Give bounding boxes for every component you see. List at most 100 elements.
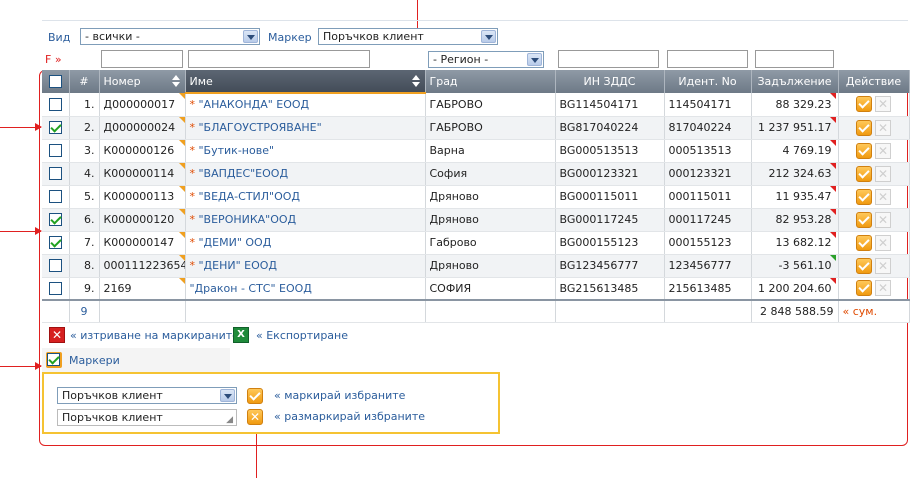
filter-id-input[interactable] <box>667 50 748 68</box>
mark-selected-link[interactable]: « маркирай избраните <box>274 389 405 402</box>
select-all-checkbox[interactable] <box>48 75 62 89</box>
row-vat: BG000513513 <box>555 139 665 163</box>
table-row[interactable]: 2. Д000000024 * "БЛАГОУСТРОЯВАНЕ" ГАБРОВО BG… <box>42 116 910 140</box>
unmark-selected-link[interactable]: « размаркирай избраните <box>274 410 425 423</box>
table-row[interactable]: 3. К000000126 * "Бутик-нове" Варна BG0005135… <box>42 139 910 163</box>
row-name[interactable]: * "ВАПДЕС"ЕООД <box>185 162 426 186</box>
unmark-icon[interactable]: ✕ <box>875 188 891 205</box>
table-row[interactable]: 9. 2169 "Дракон - СТС" ЕООД СОФИЯ BG21561348… <box>42 277 910 301</box>
row-name[interactable]: * "ВЕРОНИКА"ООД <box>185 208 426 232</box>
marker-text-field[interactable]: Поръчков клиент ◢ <box>57 409 237 426</box>
row-index: 1. <box>69 93 100 117</box>
sum-link[interactable]: « сум. <box>838 299 910 323</box>
mark-icon[interactable] <box>856 188 872 205</box>
table-row[interactable]: 4. К000000114 * "ВАПДЕС"ЕООД София BG0001233… <box>42 162 910 186</box>
client-name-link[interactable]: "ДЕНИ" ЕООД <box>199 259 278 272</box>
table-row[interactable]: 5. К000000113 * "ВЕДА-СТИЛ"ООД Дряново BG000… <box>42 185 910 209</box>
marker-type-select[interactable]: Поръчков клиент <box>57 387 237 404</box>
view-label: Вид <box>48 31 71 44</box>
table-row[interactable]: 6. К000000120 * "ВЕРОНИКА"ООД Дряново BG0001… <box>42 208 910 232</box>
mark-icon[interactable] <box>856 142 872 159</box>
sort-icon[interactable] <box>171 75 181 87</box>
row-vat: BG000117245 <box>555 208 665 232</box>
mark-icon[interactable] <box>856 165 872 182</box>
unmark-icon[interactable]: ✕ <box>875 280 891 297</box>
markers-toggle[interactable]: Маркери <box>42 348 230 372</box>
mark-selected-icon[interactable] <box>247 388 263 404</box>
export-link[interactable]: « Експортиране <box>256 329 348 342</box>
row-checkbox[interactable] <box>48 236 62 250</box>
filter-name-input[interactable] <box>188 50 370 68</box>
excel-icon[interactable]: X <box>233 327 249 343</box>
resize-handle-icon[interactable]: ◢ <box>226 415 233 425</box>
mark-icon[interactable] <box>856 280 872 297</box>
annotation-arrow-row-2 <box>0 123 42 131</box>
row-checkbox[interactable] <box>48 213 62 227</box>
mark-icon[interactable] <box>856 96 872 113</box>
row-name[interactable]: * "ДЕМИ" ООД <box>185 231 426 255</box>
filter-region-select[interactable]: - Регион - <box>428 51 544 68</box>
row-checkbox[interactable] <box>48 121 62 135</box>
row-checkbox[interactable] <box>48 259 62 273</box>
row-name[interactable]: * "АНАКОНДА" ЕООД <box>185 93 426 117</box>
col-vat[interactable]: ИН ЗДДС <box>555 70 665 93</box>
unmark-icon[interactable]: ✕ <box>875 142 891 159</box>
client-name-link[interactable]: "БЛАГОУСТРОЯВАНЕ" <box>199 121 322 134</box>
col-city[interactable]: Град <box>425 70 556 93</box>
row-checkbox[interactable] <box>48 282 62 295</box>
star-icon: * <box>189 190 196 203</box>
filter-vat-input[interactable] <box>558 50 659 68</box>
col-number[interactable]: Номер <box>99 70 186 93</box>
table-row[interactable]: 7. К000000147 * "ДЕМИ" ООД Габрово BG0001551… <box>42 231 910 255</box>
client-name-link[interactable]: "Бутик-нове" <box>199 144 275 157</box>
col-debt[interactable]: Задължение <box>751 70 839 93</box>
note-flag-icon <box>178 208 184 215</box>
note-flag-icon <box>178 162 184 169</box>
filter-toggle[interactable]: F » <box>45 53 62 66</box>
client-name-link[interactable]: "ВАПДЕС"ЕООД <box>199 167 289 180</box>
row-checkbox[interactable] <box>48 190 62 204</box>
mark-icon[interactable] <box>856 257 872 274</box>
unmark-selected-icon[interactable]: ✕ <box>247 409 263 425</box>
row-actions: ✕ <box>838 139 910 163</box>
unmark-icon[interactable]: ✕ <box>875 257 891 274</box>
marker-select[interactable]: Поръчков клиент <box>318 28 498 45</box>
client-name-link[interactable]: "ВЕДА-СТИЛ"ООД <box>199 190 301 203</box>
markers-checkbox[interactable] <box>47 353 60 366</box>
col-index: # <box>69 70 100 93</box>
table-row[interactable]: 8. 000111223654 * "ДЕНИ" ЕООД Дряново BG1234… <box>42 254 910 278</box>
unmark-icon[interactable]: ✕ <box>875 165 891 182</box>
totals-empty <box>425 299 556 323</box>
client-name-link[interactable]: "Дракон - СТС" ЕООД <box>190 282 312 295</box>
delete-icon[interactable]: ✕ <box>49 327 65 343</box>
row-number: 000111223654 <box>99 254 186 278</box>
mark-icon[interactable] <box>856 234 872 251</box>
unmark-icon[interactable]: ✕ <box>875 119 891 136</box>
unmark-icon[interactable]: ✕ <box>875 96 891 113</box>
row-checkbox[interactable] <box>48 167 62 181</box>
chevron-down-icon <box>527 53 542 66</box>
row-name[interactable]: * "ВЕДА-СТИЛ"ООД <box>185 185 426 209</box>
row-checkbox[interactable] <box>48 144 62 158</box>
view-select[interactable]: - всички - <box>80 28 260 45</box>
unmark-icon[interactable]: ✕ <box>875 211 891 228</box>
row-name[interactable]: * "БЛАГОУСТРОЯВАНЕ" <box>185 116 426 140</box>
sort-icon[interactable] <box>411 75 421 87</box>
filter-debt-input[interactable] <box>755 50 834 68</box>
col-name[interactable]: Име <box>185 70 426 94</box>
client-name-link[interactable]: "ВЕРОНИКА"ООД <box>199 213 297 226</box>
row-checkbox[interactable] <box>48 98 62 111</box>
unmark-icon[interactable]: ✕ <box>875 234 891 251</box>
mark-icon[interactable] <box>856 211 872 228</box>
client-name-link[interactable]: "АНАКОНДА" ЕООД <box>199 98 310 111</box>
delete-markers-link[interactable]: « изтриване на маркираните <box>70 329 239 342</box>
col-id[interactable]: Идент. No <box>664 70 752 93</box>
client-name-link[interactable]: "ДЕМИ" ООД <box>199 236 272 249</box>
mark-icon[interactable] <box>856 119 872 136</box>
row-name[interactable]: "Дракон - СТС" ЕООД <box>185 277 426 301</box>
row-name[interactable]: * "ДЕНИ" ЕООД <box>185 254 426 278</box>
table-row[interactable]: 1. Д000000017 * "АНАКОНДА" ЕООД ГАБРОВО BG11… <box>42 93 910 117</box>
debt-flag-icon <box>829 93 836 99</box>
filter-number-input[interactable] <box>101 50 183 68</box>
row-name[interactable]: * "Бутик-нове" <box>185 139 426 163</box>
